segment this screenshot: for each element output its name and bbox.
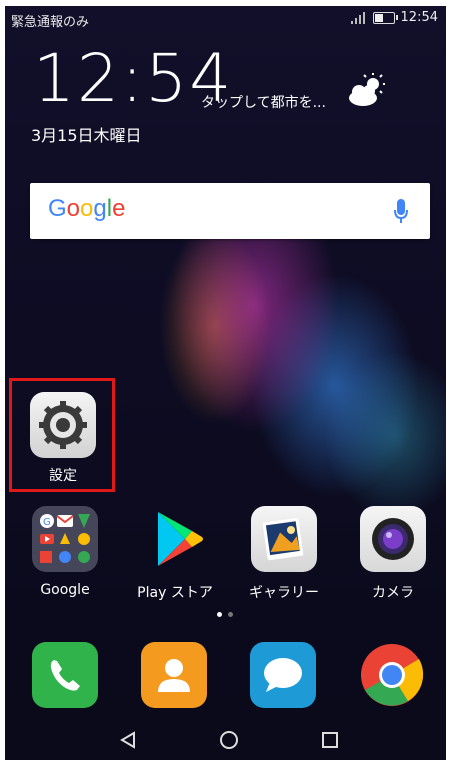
mic-icon[interactable] — [394, 199, 408, 225]
back-icon[interactable] — [118, 730, 138, 750]
battery-icon — [372, 11, 398, 24]
settings-label: 設定 — [49, 468, 77, 484]
google-logo-letter: e — [112, 195, 126, 222]
home-icon[interactable] — [219, 730, 239, 750]
google-logo-letter: g — [93, 195, 107, 222]
google-logo-letter: o — [66, 195, 81, 222]
phone-icon[interactable] — [32, 642, 98, 708]
home-screen: 緊急通報のみ 12:54 12:54 タップして都市を... 3月15日木曜日 … — [5, 6, 446, 760]
play-store-icon[interactable] — [142, 506, 208, 572]
gallery-icon[interactable] — [251, 506, 317, 572]
status-time: 12:54 — [400, 10, 438, 25]
contacts-icon[interactable] — [141, 642, 207, 708]
google-logo-letter: G — [48, 195, 67, 222]
google-folder-icon[interactable]: G — [32, 506, 98, 572]
signal-icon — [350, 11, 367, 24]
chrome-icon[interactable] — [359, 642, 425, 708]
app-label-camera: カメラ — [372, 585, 414, 601]
google-logo-letter: o — [80, 195, 94, 222]
camera-icon[interactable] — [360, 506, 426, 572]
page-dot-active — [217, 612, 222, 617]
partly-cloudy-icon[interactable] — [345, 72, 389, 108]
settings-gear-icon[interactable] — [30, 392, 96, 458]
messages-icon[interactable] — [250, 642, 316, 708]
google-search-bar[interactable]: Google — [30, 183, 430, 239]
app-label-play-store: Play ストア — [137, 585, 213, 601]
app-gallery[interactable]: ギャラリー — [239, 506, 329, 602]
page-dot — [228, 612, 233, 617]
page-indicator — [217, 612, 233, 617]
nav-bar — [5, 720, 446, 760]
app-label-gallery: ギャラリー — [249, 585, 319, 601]
carrier-status-text: 緊急通報のみ — [11, 15, 90, 30]
app-label-google: Google — [40, 582, 90, 598]
google-logo: Google — [48, 195, 125, 223]
app-google-folder[interactable]: G Google — [20, 506, 110, 598]
app-camera[interactable]: カメラ — [348, 506, 438, 602]
app-play-store[interactable]: Play ストア — [130, 506, 220, 602]
recents-icon[interactable] — [320, 730, 340, 750]
status-bar: 緊急通報のみ 12:54 — [5, 6, 446, 30]
svg-text:G: G — [43, 517, 51, 528]
date-label: 3月15日木曜日 — [31, 126, 142, 145]
weather-prompt[interactable]: タップして都市を... — [201, 92, 326, 112]
